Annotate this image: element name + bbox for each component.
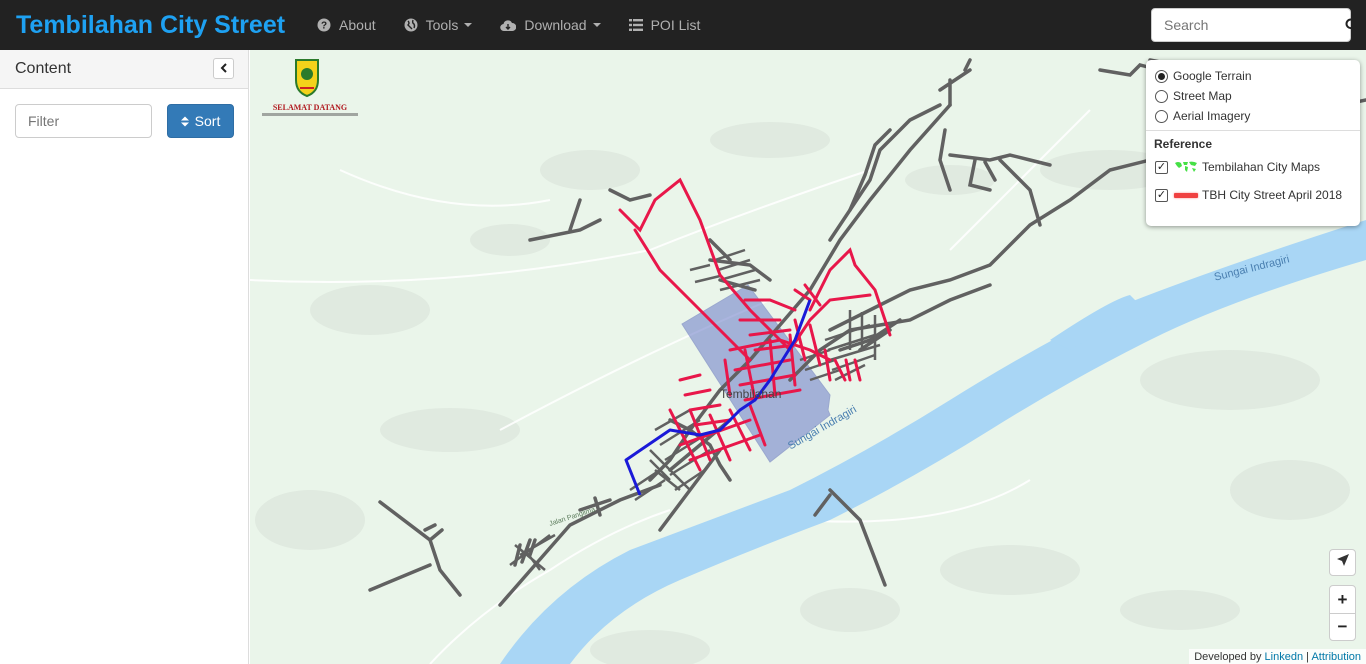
layer-control: Google Terrain Street Map Aerial Imagery… — [1146, 60, 1360, 226]
city-label: Tembilahan — [720, 387, 782, 401]
base-layer-label: Street Map — [1173, 89, 1232, 103]
sort-button[interactable]: Sort — [167, 104, 234, 138]
locate-button[interactable] — [1329, 549, 1356, 576]
red-line-icon — [1174, 192, 1198, 198]
base-layer-aerial-imagery[interactable]: Aerial Imagery — [1154, 106, 1352, 126]
overlay-tbh-city-street[interactable]: ✓ TBH City Street April 2018 — [1154, 181, 1352, 209]
globe-icon — [404, 18, 418, 32]
sidebar: Content Sort — [0, 50, 249, 664]
radio-street-map[interactable] — [1155, 89, 1168, 103]
sidebar-title: Content — [15, 60, 72, 77]
locate-arrow-icon — [1336, 553, 1350, 572]
filter-input[interactable] — [15, 104, 152, 138]
list-icon — [628, 19, 643, 31]
radio-google-terrain[interactable] — [1155, 69, 1168, 83]
filter-row: Sort — [0, 89, 248, 138]
search-icon[interactable] — [1345, 18, 1359, 32]
layer-control-divider — [1146, 130, 1360, 131]
map-canvas[interactable]: Jalan Panglima Tembilahan Sungai Indragi… — [250, 50, 1366, 664]
zoom-control: + − — [1329, 585, 1356, 641]
attribution-bar: Developed by Linkedn | Attribution — [1189, 649, 1366, 664]
overlay-label: Tembilahan City Maps — [1202, 160, 1321, 174]
chevron-left-icon — [220, 60, 228, 78]
app-title[interactable]: Tembilahan City Street — [0, 11, 285, 40]
nav-tools[interactable]: Tools — [390, 0, 487, 50]
nav-download[interactable]: Download — [486, 0, 614, 50]
sidebar-header: Content — [0, 50, 248, 89]
sort-label: Sort — [194, 113, 221, 129]
regency-logo: SELAMAT DATANG — [260, 58, 360, 120]
attribution-link[interactable]: Attribution — [1311, 651, 1361, 663]
checkbox-city-maps[interactable]: ✓ — [1155, 160, 1168, 174]
attribution-separator: | — [1306, 651, 1310, 663]
top-navbar: Tembilahan City Street ? About Tools Dow… — [0, 0, 1366, 50]
base-layer-google-terrain[interactable]: Google Terrain — [1154, 66, 1352, 86]
base-layer-label: Google Terrain — [1173, 69, 1252, 83]
sort-icon — [180, 116, 189, 127]
sidebar-collapse-button[interactable] — [213, 58, 234, 79]
chevron-down-icon — [464, 23, 473, 27]
radio-aerial-imagery[interactable] — [1155, 109, 1168, 123]
chevron-down-icon — [592, 23, 601, 27]
reference-title: Reference — [1154, 137, 1213, 151]
linkedin-link[interactable]: Linkedn — [1265, 651, 1304, 663]
question-circle-icon: ? — [317, 18, 331, 32]
nav-tools-label: Tools — [425, 17, 459, 33]
zoom-out-button[interactable]: − — [1330, 613, 1355, 640]
search-box — [1151, 8, 1359, 42]
base-layer-label: Aerial Imagery — [1173, 109, 1251, 123]
nav-poi-label: POI List — [650, 17, 701, 33]
checkbox-city-street[interactable]: ✓ — [1155, 188, 1168, 202]
nav-download-label: Download — [524, 17, 587, 33]
overlay-label: TBH City Street April 2018 — [1202, 188, 1343, 202]
nav-poi-list[interactable]: POI List — [615, 0, 715, 50]
attribution-prefix: Developed by — [1194, 651, 1262, 663]
svg-text:?: ? — [321, 21, 327, 32]
zoom-in-button[interactable]: + — [1330, 586, 1355, 613]
overlay-tembilahan-city-maps[interactable]: ✓ Tembilahan City Maps — [1154, 153, 1352, 181]
cloud-download-icon — [500, 19, 517, 32]
nav-about-label: About — [339, 17, 376, 33]
logo-caption: SELAMAT DATANG — [273, 103, 347, 112]
search-input[interactable] — [1152, 10, 1345, 40]
base-layer-street-map[interactable]: Street Map — [1154, 86, 1352, 106]
nav-about[interactable]: ? About — [303, 0, 390, 50]
world-map-icon — [1174, 160, 1198, 174]
